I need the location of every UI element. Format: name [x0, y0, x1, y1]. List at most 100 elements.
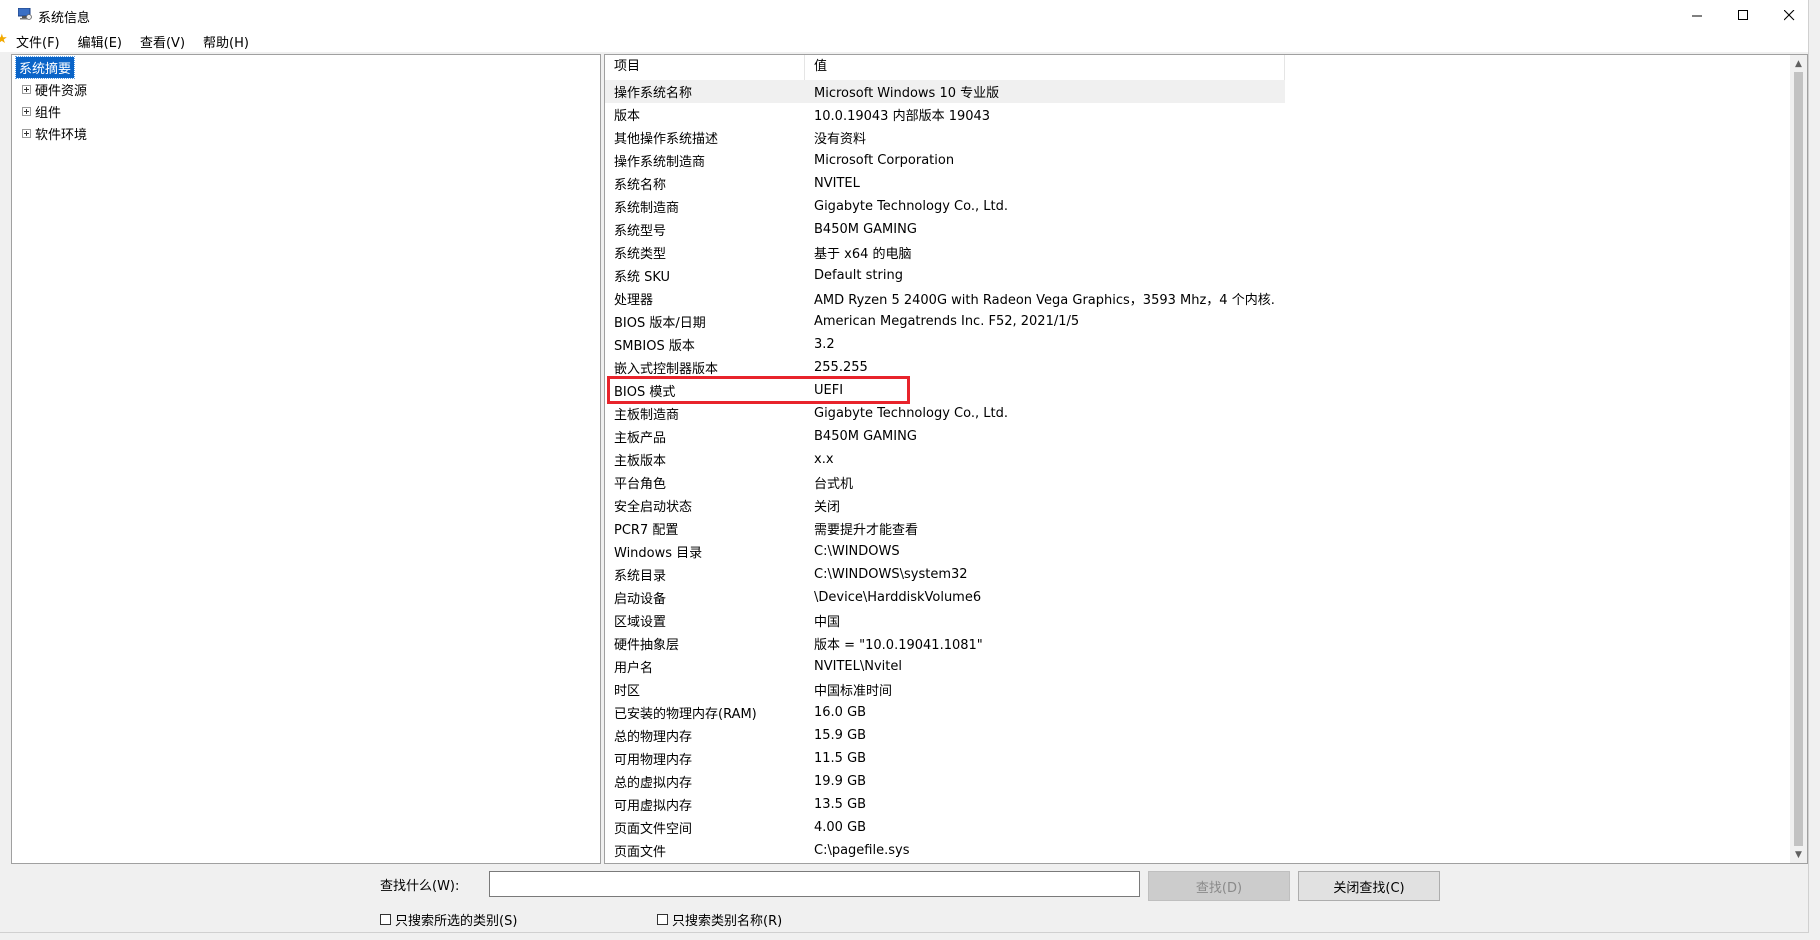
tree-item-label: 硬件资源 [35, 83, 88, 99]
menu-edit[interactable]: 编辑(E) [76, 32, 124, 51]
checkbox-box[interactable] [657, 914, 668, 925]
row-item-cell: 系统目录 [614, 569, 667, 584]
row-value-cell: Gigabyte Technology Co., Ltd. [814, 199, 1008, 214]
find-input[interactable] [489, 871, 1140, 897]
table-row[interactable]: 硬件抽象层 版本 = "10.0.19041.1081" [605, 632, 1785, 655]
menu-file[interactable]: 文件(F) [14, 32, 62, 51]
row-item-cell: 平台角色 [614, 477, 667, 492]
table-row[interactable]: 主板版本 x.x [605, 448, 1785, 471]
table-row[interactable]: 页面文件空间 4.00 GB [605, 816, 1785, 839]
table-row[interactable]: 嵌入式控制器版本 255.255 [605, 356, 1785, 379]
category-tree[interactable]: 系统摘要 硬件资源 组件 软件环境 [11, 54, 601, 864]
column-header-item[interactable]: 项目 [605, 55, 805, 80]
row-value-cell: 4.00 GB [814, 820, 867, 835]
table-row[interactable]: 系统名称 NVITEL [605, 172, 1785, 195]
scroll-down-icon[interactable]: ▼ [1790, 846, 1807, 863]
close-button[interactable] [1766, 0, 1812, 30]
tree-item-hardware-resources[interactable]: 硬件资源 [12, 79, 87, 99]
table-row[interactable]: 总的物理内存 15.9 GB [605, 724, 1785, 747]
row-value-cell: 15.9 GB [814, 728, 867, 743]
table-row[interactable]: 系统 SKU Default string [605, 264, 1785, 287]
find-bar: 查找什么(W): 查找(D) 关闭查找(C) 只搜索所选的类别(S) 只搜索类别… [0, 866, 1808, 932]
table-row[interactable]: 主板制造商 Gigabyte Technology Co., Ltd. [605, 402, 1785, 425]
column-header-value[interactable]: 值 [805, 55, 1285, 80]
find-button[interactable]: 查找(D) [1148, 871, 1290, 901]
expand-plus-icon[interactable] [22, 106, 31, 116]
row-item-cell: 嵌入式控制器版本 [614, 362, 719, 377]
table-row[interactable]: 可用虚拟内存 13.5 GB [605, 793, 1785, 816]
row-value-cell: 台式机 [814, 477, 854, 492]
row-item-cell: 系统名称 [614, 178, 667, 193]
row-item-cell: 主板产品 [614, 431, 667, 446]
checkbox-box[interactable] [380, 914, 391, 925]
row-item-cell: 系统型号 [614, 224, 667, 239]
table-row[interactable]: 版本 10.0.19043 内部版本 19043 [605, 103, 1785, 126]
table-row[interactable]: 操作系统制造商 Microsoft Corporation [605, 149, 1785, 172]
row-value-cell: C:\WINDOWS\system32 [814, 567, 968, 582]
table-row[interactable]: PCR7 配置 需要提升才能查看 [605, 517, 1785, 540]
table-row[interactable]: 时区 中国标准时间 [605, 678, 1785, 701]
table-row[interactable]: 系统目录 C:\WINDOWS\system32 [605, 563, 1785, 586]
table-row[interactable]: 安全启动状态 关闭 [605, 494, 1785, 517]
row-item-cell: 版本 [614, 109, 641, 124]
search-selected-category-checkbox[interactable]: 只搜索所选的类别(S) [380, 910, 517, 929]
table-row[interactable]: 用户名 NVITEL\Nvitel [605, 655, 1785, 678]
row-value-cell: 11.5 GB [814, 751, 867, 766]
expand-plus-icon[interactable] [22, 128, 31, 138]
row-item-cell: 其他操作系统描述 [614, 132, 719, 147]
tree-item-components[interactable]: 组件 [12, 101, 61, 121]
tree-item-label: 软件环境 [35, 127, 88, 143]
table-row[interactable]: 已安装的物理内存(RAM) 16.0 GB [605, 701, 1785, 724]
table-row[interactable]: 平台角色 台式机 [605, 471, 1785, 494]
table-row[interactable]: SMBIOS 版本 3.2 [605, 333, 1785, 356]
row-value-cell: UEFI [814, 383, 844, 398]
minimize-button[interactable] [1674, 0, 1720, 30]
table-row[interactable]: 页面文件 C:\pagefile.sys [605, 839, 1785, 862]
checkbox-label: 只搜索类别名称(R) [672, 914, 783, 929]
table-row[interactable]: 启动设备 \Device\HarddiskVolume6 [605, 586, 1785, 609]
table-row[interactable]: BIOS 模式 UEFI [605, 379, 1785, 402]
menu-help[interactable]: 帮助(H) [201, 32, 251, 51]
table-row[interactable]: BIOS 版本/日期 American Megatrends Inc. F52, … [605, 310, 1785, 333]
row-value-cell: AMD Ryzen 5 2400G with Radeon Vega Graph… [814, 293, 1275, 308]
menu-view[interactable]: 查看(V) [138, 32, 187, 51]
find-what-label: 查找什么(W): [380, 879, 460, 894]
table-row[interactable]: Windows 目录 C:\WINDOWS [605, 540, 1785, 563]
expand-plus-icon[interactable] [22, 84, 31, 94]
table-row[interactable]: 处理器 AMD Ryzen 5 2400G with Radeon Vega Gr… [605, 287, 1785, 310]
row-value-cell: 没有资料 [814, 132, 867, 147]
tree-item-software-environment[interactable]: 软件环境 [12, 123, 87, 143]
row-item-cell: 操作系统名称 [614, 86, 693, 101]
row-value-cell: Microsoft Corporation [814, 153, 955, 168]
maximize-icon [1737, 9, 1748, 20]
search-category-names-checkbox[interactable]: 只搜索类别名称(R) [657, 910, 782, 929]
tree-item-system-summary[interactable]: 系统摘要 [14, 55, 76, 79]
row-value-cell: 10.0.19043 内部版本 19043 [814, 109, 991, 124]
table-row[interactable]: 主板产品 B450M GAMING [605, 425, 1785, 448]
table-row[interactable]: 其他操作系统描述 没有资料 [605, 126, 1785, 149]
table-row[interactable]: 操作系统名称 Microsoft Windows 10 专业版 [605, 80, 1285, 103]
table-row[interactable]: 总的虚拟内存 19.9 GB [605, 770, 1785, 793]
table-row[interactable]: 可用物理内存 11.5 GB [605, 747, 1785, 770]
details-list[interactable]: 项目 值 操作系统名称 Microsoft Windows 10 专业版版本 10.… [604, 54, 1808, 864]
row-value-cell: B450M GAMING [814, 429, 917, 444]
vertical-scrollbar[interactable]: ▲ ▼ [1790, 55, 1807, 863]
scroll-up-icon[interactable]: ▲ [1790, 55, 1807, 72]
row-item-cell: Windows 目录 [614, 546, 703, 561]
row-value-cell: C:\pagefile.sys [814, 843, 910, 858]
scroll-thumb[interactable] [1794, 72, 1803, 846]
title-bar[interactable]: 系统信息 [0, 0, 1808, 30]
menu-bar: ★ 文件(F) 编辑(E) 查看(V) 帮助(H) [0, 30, 1808, 52]
table-row[interactable]: 系统类型 基于 x64 的电脑 [605, 241, 1785, 264]
row-value-cell: Microsoft Windows 10 专业版 [814, 86, 1000, 101]
table-row[interactable]: 区域设置 中国 [605, 609, 1785, 632]
row-value-cell: Gigabyte Technology Co., Ltd. [814, 406, 1008, 421]
table-row[interactable]: 系统型号 B450M GAMING [605, 218, 1785, 241]
row-item-cell: 处理器 [614, 293, 654, 308]
row-value-cell: x.x [814, 452, 834, 467]
maximize-button[interactable] [1720, 0, 1766, 30]
row-item-cell: 已安装的物理内存(RAM) [614, 707, 757, 722]
close-find-button[interactable]: 关闭查找(C) [1298, 871, 1440, 901]
row-value-cell: 关闭 [814, 500, 841, 515]
table-row[interactable]: 系统制造商 Gigabyte Technology Co., Ltd. [605, 195, 1785, 218]
